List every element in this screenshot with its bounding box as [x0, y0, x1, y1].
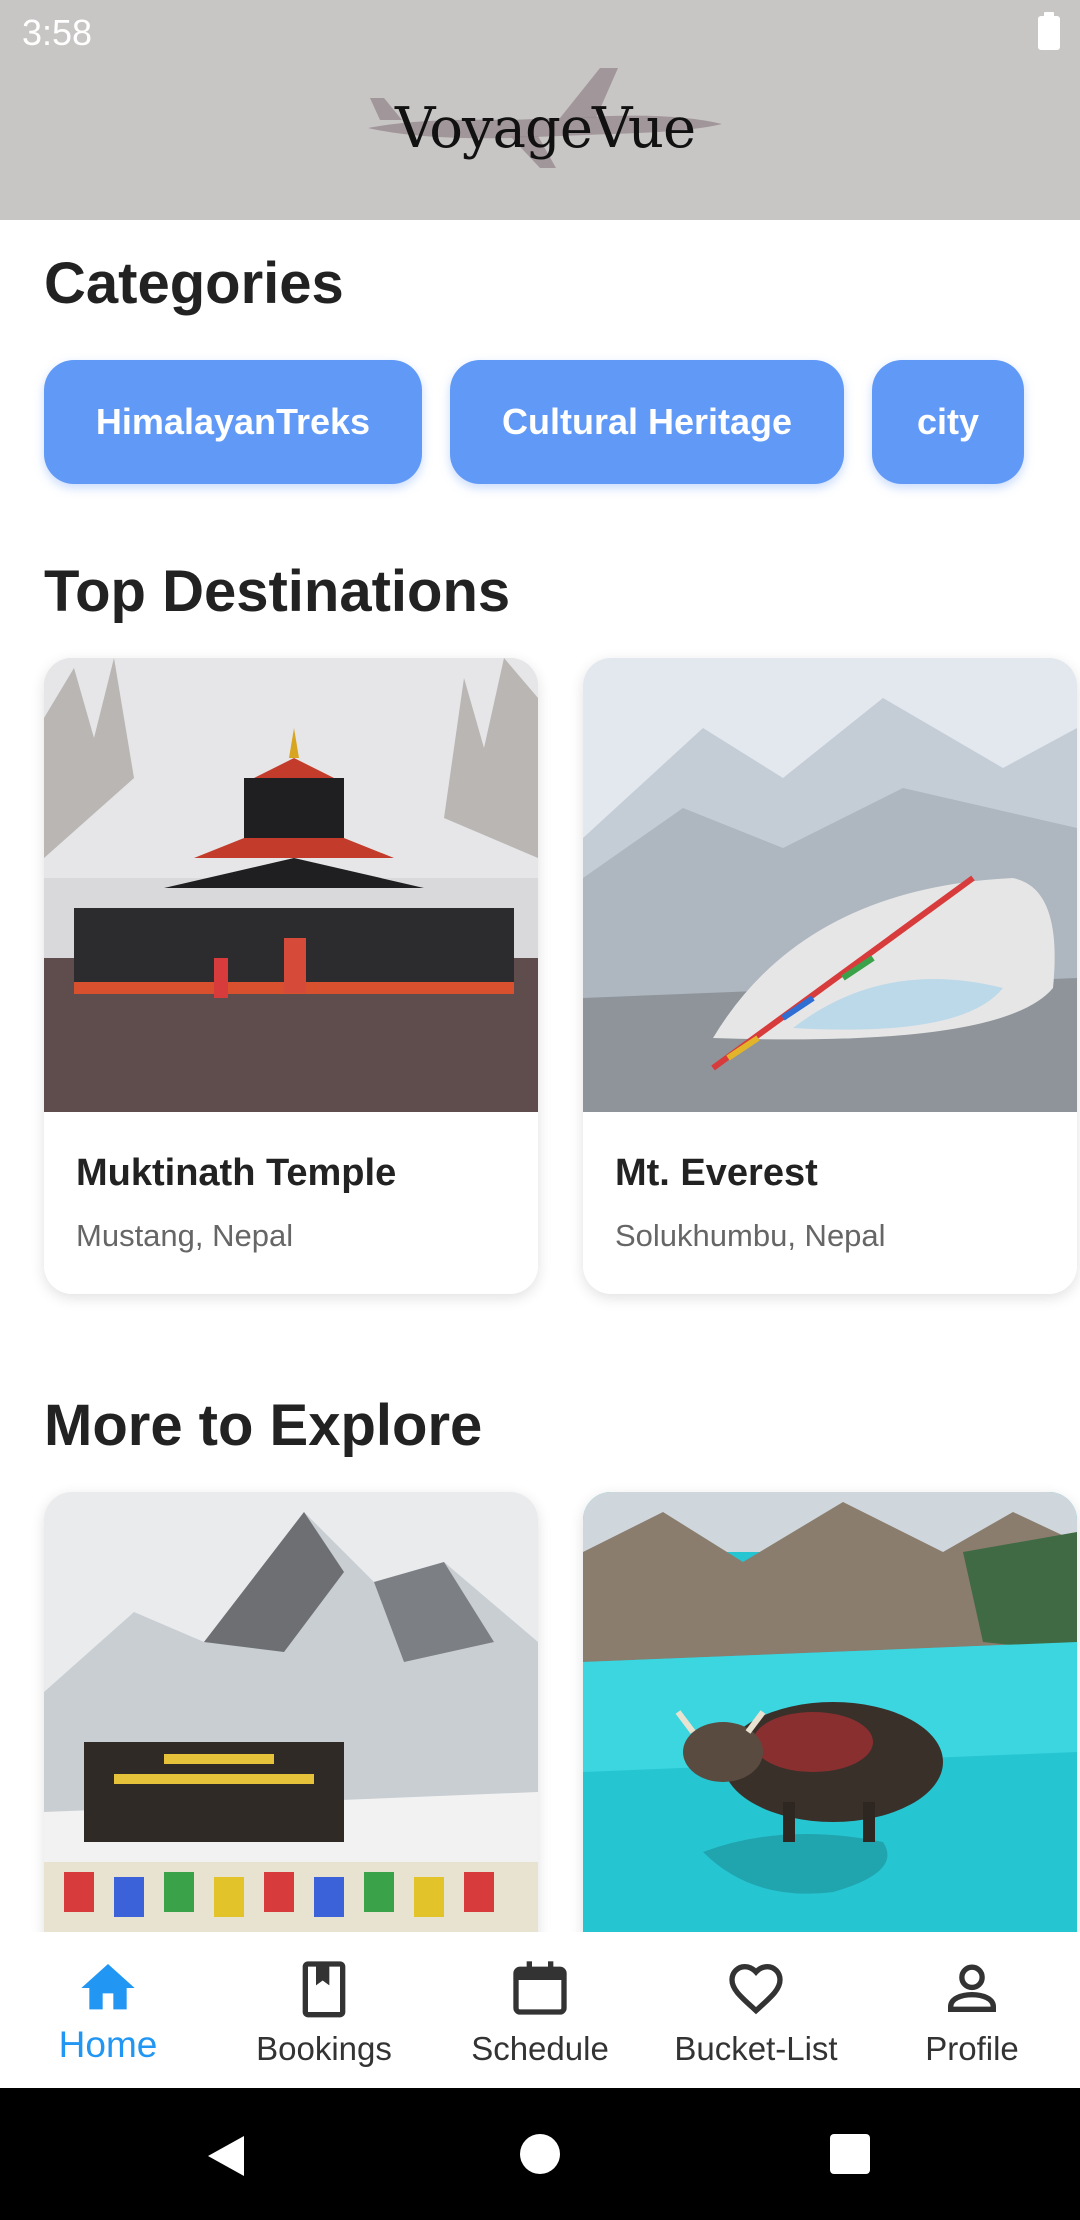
nav-label: Schedule	[471, 2030, 609, 2067]
back-icon[interactable]	[204, 2134, 248, 2178]
everest-base-camp-photo	[583, 658, 1077, 1112]
bookmark-icon	[302, 1961, 346, 2018]
destination-name: Muktinath Temple	[76, 1152, 397, 1194]
more-to-explore-title: More to Explore	[44, 1393, 483, 1458]
nav-home[interactable]: Home	[8, 1932, 208, 2088]
nav-label: Profile	[925, 2030, 1019, 2067]
destination-card-muktinath[interactable]: Muktinath Temple Mustang, Nepal	[44, 658, 538, 1294]
destination-card-everest[interactable]: Mt. Everest Solukhumbu, Nepal	[583, 658, 1077, 1294]
battery-icon	[1038, 12, 1060, 50]
system-navigation-bar	[0, 2088, 1080, 2220]
heart-icon	[729, 1963, 783, 2015]
bottom-navigation: Home Bookings Schedule Bucket-List Profi…	[0, 1932, 1080, 2088]
explore-card-annapurna[interactable]	[44, 1492, 538, 1932]
nav-schedule[interactable]: Schedule	[440, 1932, 640, 2088]
muktinath-temple-photo	[44, 658, 538, 1112]
nav-label: Bucket-List	[674, 2030, 838, 2067]
person-icon	[948, 1964, 996, 2012]
categories-title: Categories	[44, 251, 344, 316]
category-chip-cultural-heritage[interactable]: Cultural Heritage	[450, 360, 844, 484]
app-logo-text: VoyageVue	[395, 96, 696, 161]
status-bar: 3:58	[0, 0, 1080, 68]
recents-icon[interactable]	[830, 2134, 870, 2174]
nav-label: Home	[58, 2024, 158, 2065]
annapurna-base-camp-photo	[44, 1492, 538, 1932]
category-chip-city[interactable]: city	[872, 360, 1024, 484]
destination-name: Mt. Everest	[615, 1152, 818, 1194]
calendar-icon	[513, 1961, 567, 2015]
nav-bucket-list[interactable]: Bucket-List	[656, 1932, 856, 2088]
top-destinations-title: Top Destinations	[44, 559, 511, 624]
nav-bookings[interactable]: Bookings	[224, 1932, 424, 2088]
nav-profile[interactable]: Profile	[872, 1932, 1072, 2088]
main-content[interactable]: Categories HimalayanTreks Cultural Herit…	[0, 220, 1080, 1932]
category-chip-himalayan-treks[interactable]: HimalayanTreks	[44, 360, 422, 484]
app-header: VoyageVue	[0, 68, 1080, 220]
nav-label: Bookings	[256, 2030, 392, 2067]
destination-location: Solukhumbu, Nepal	[615, 1218, 886, 1253]
home-circle-icon[interactable]	[520, 2134, 560, 2174]
destination-location: Mustang, Nepal	[76, 1218, 294, 1253]
lake-yak-photo	[583, 1492, 1077, 1932]
status-time: 3:58	[22, 12, 93, 53]
explore-card-lake[interactable]	[583, 1492, 1077, 1932]
home-icon	[81, 1964, 135, 2010]
